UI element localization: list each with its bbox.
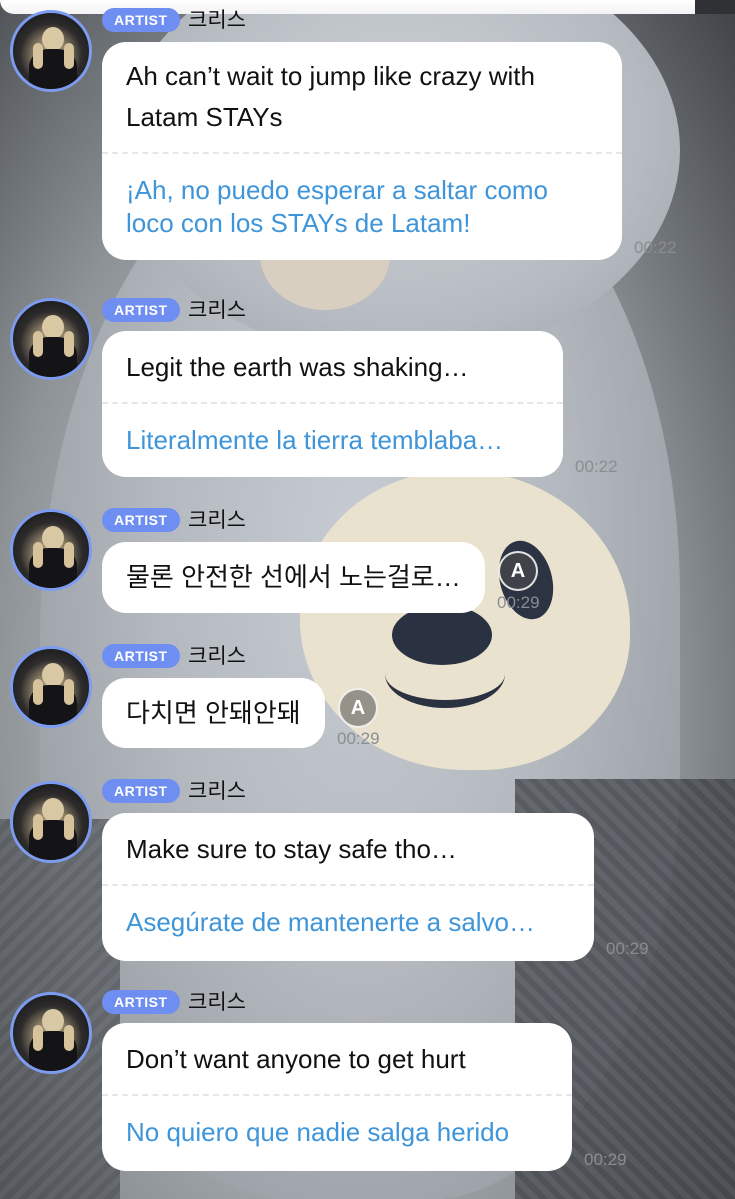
artist-badge: ARTIST xyxy=(102,298,180,322)
message-time: 00:22 xyxy=(634,238,677,257)
message-bubble[interactable]: 물론 안전한 선에서 노는걸로… xyxy=(102,542,485,613)
original-text: Make sure to stay safe tho… xyxy=(126,834,457,864)
translated-text: Literalmente la tierra temblaba… xyxy=(126,425,504,455)
artist-name: 크리스 xyxy=(188,990,246,1014)
translated-text: ¡Ah, no puedo esperar a saltar como loco… xyxy=(102,174,622,240)
artist-name: 크리스 xyxy=(188,779,246,803)
message-time: 00:29 xyxy=(337,729,380,748)
message-time: 00:29 xyxy=(497,593,540,612)
translated-text: Asegúrate de mantenerte a salvo… xyxy=(126,907,536,937)
artist-avatar[interactable] xyxy=(10,992,92,1074)
artist-badge: ARTIST xyxy=(102,8,180,32)
artist-badge: ARTIST xyxy=(102,990,180,1014)
artist-avatar[interactable] xyxy=(10,781,92,863)
original-text: Don’t want anyone to get hurt xyxy=(126,1044,466,1074)
translate-icon[interactable]: A xyxy=(338,688,378,728)
artist-badge: ARTIST xyxy=(102,644,180,668)
message-time: 00:22 xyxy=(575,457,618,476)
message-bubble[interactable]: Ah can’t wait to jump like crazy with La… xyxy=(102,42,622,260)
artist-name: 크리스 xyxy=(188,644,246,668)
artist-badge: ARTIST xyxy=(102,779,180,803)
original-line: Latam STAYs xyxy=(126,102,283,132)
message-time: 00:29 xyxy=(606,939,649,958)
translation-line: ¡Ah, no puedo esperar a saltar como xyxy=(126,175,549,205)
message-bubble[interactable]: Make sure to stay safe tho… Asegúrate de… xyxy=(102,813,594,961)
status-edge xyxy=(695,0,735,14)
message-bubble[interactable]: Legit the earth was shaking… Literalment… xyxy=(102,331,563,477)
original-text: Legit the earth was shaking… xyxy=(126,352,469,382)
original-line: Ah can’t wait to jump like crazy with xyxy=(126,61,535,91)
translation-line: loco con los STAYs de Latam! xyxy=(126,208,471,238)
artist-avatar[interactable] xyxy=(10,646,92,728)
artist-name: 크리스 xyxy=(188,508,246,532)
translated-text: No quiero que nadie salga herido xyxy=(126,1117,510,1147)
artist-badge: ARTIST xyxy=(102,508,180,532)
original-text: 물론 안전한 선에서 노는걸로… xyxy=(126,562,461,592)
translate-icon[interactable]: A xyxy=(498,551,538,591)
artist-avatar[interactable] xyxy=(10,509,92,591)
artist-name: 크리스 xyxy=(188,298,246,322)
artist-avatar[interactable] xyxy=(10,298,92,380)
artist-name: 크리스 xyxy=(188,8,246,32)
message-bubble[interactable]: 다치면 안돼안돼 xyxy=(102,678,325,748)
original-text: Ah can’t wait to jump like crazy with La… xyxy=(102,56,622,138)
artist-avatar[interactable] xyxy=(10,10,92,92)
original-text: 다치면 안돼안돼 xyxy=(126,698,301,728)
message-bubble[interactable]: Don’t want anyone to get hurt No quiero … xyxy=(102,1023,572,1171)
message-time: 00:29 xyxy=(584,1150,627,1169)
